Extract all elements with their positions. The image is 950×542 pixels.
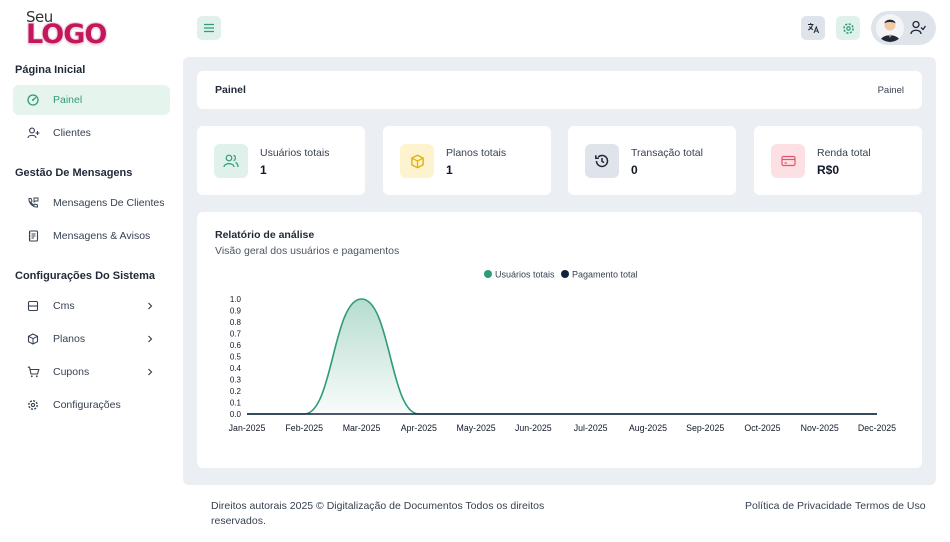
section-title-system: Configurações Do Sistema [15,270,155,282]
section-title-home: Página Inicial [15,64,86,76]
analytics-chart: Usuários totais Pagamento total 0.0 0.1 0.2… [229,270,897,434]
y-tick-label: 0.8 [230,318,242,327]
y-tick-label: 0.6 [230,341,242,350]
cms-icon [26,299,40,313]
stat-value: R$0 [817,163,840,177]
x-tick-label: Jun-2025 [515,423,552,433]
y-tick-label: 0.3 [230,376,242,385]
sidebar-item-clientes[interactable]: Clientes [13,118,170,148]
y-tick-label: 0.9 [230,307,242,316]
y-tick-label: 0.4 [230,364,242,373]
sidebar-item-cupons[interactable]: Cupons [13,357,170,387]
x-tick-label: Nov-2025 [801,423,839,433]
stat-label: Planos totais [446,147,507,159]
x-tick-label: Feb-2025 [285,423,323,433]
breadcrumb[interactable]: Painel [878,85,904,96]
box-icon [26,332,40,346]
users-icon [223,154,239,168]
stat-label: Renda total [817,147,871,159]
sidebar-item-label: Cupons [53,366,90,378]
sidebar: Seu LOGO Página Inicial Painel Clientes … [0,0,183,542]
gear-icon [26,398,40,412]
avatar [876,14,904,42]
sidebar-item-mensagens-clientes[interactable]: Mensagens De Clientes [13,188,170,218]
sidebar-item-label: Mensagens De Clientes [53,197,165,209]
page-header-card: Painel Painel [197,71,922,109]
translate-icon [807,23,819,34]
x-tick-label: Jul-2025 [574,423,608,433]
legend-label[interactable]: Pagamento total [572,270,638,280]
stat-icon-box [214,144,248,178]
series-area [247,299,877,414]
stat-card-income: Renda total R$0 [754,126,922,195]
x-tick-label: Dec-2025 [858,423,896,433]
x-tick-label: Apr-2025 [401,423,437,433]
cart-icon [26,365,40,379]
x-tick-label: Mar-2025 [343,423,381,433]
sidebar-item-mensagens-avisos[interactable]: Mensagens & Avisos [13,221,170,251]
x-tick-label: Oct-2025 [744,423,780,433]
menu-toggle-button[interactable] [197,16,221,40]
y-tick-label: 0.2 [230,387,242,396]
logo[interactable]: Seu LOGO [24,8,107,50]
phone-message-icon [26,196,40,210]
stat-icon-box [585,144,619,178]
stat-icon-box [771,144,805,178]
legend-marker[interactable] [561,270,569,278]
user-settings-icon [910,20,926,35]
stat-icon-box [400,144,434,178]
sidebar-item-label: Configurações [53,399,121,411]
sidebar-item-label: Clientes [53,127,91,139]
sidebar-item-label: Painel [53,94,83,106]
legend-marker[interactable] [484,270,492,278]
chevron-right-icon [148,302,153,310]
user-plus-icon [26,126,40,140]
y-tick-label: 1.0 [230,295,242,304]
y-tick-label: 0.1 [230,399,242,408]
privacy-link[interactable]: Política de Privacidade [745,500,852,512]
history-icon [595,154,609,168]
stat-label: Usuários totais [260,147,330,159]
dashboard-icon [26,93,40,107]
y-tick-label: 0.7 [230,330,242,339]
chevron-right-icon [148,368,153,376]
sidebar-item-label: Mensagens & Avisos [53,230,151,242]
sidebar-item-planos[interactable]: Planos [13,324,170,354]
stat-card-users: Usuários totais 1 [197,126,365,195]
chevron-right-icon [148,335,153,343]
sidebar-item-configuracoes[interactable]: Configurações [13,390,170,420]
copyright-text: Direitos autorais 2025 © Digitalização d… [211,500,545,512]
box-icon [410,153,424,169]
stat-label: Transação total [631,147,703,159]
settings-button[interactable] [836,16,860,40]
stat-value: 1 [446,163,453,177]
stat-value: 0 [631,163,638,177]
x-tick-label: Jan-2025 [229,423,266,433]
logo-word: LOGO [26,19,107,50]
legend-label[interactable]: Usuários totais [495,270,555,280]
stat-card-plans: Planos totais 1 [383,126,551,195]
language-button[interactable] [801,16,825,40]
copyright-text-continued: reservados. [211,515,266,527]
page-title: Painel [215,84,246,96]
profile-button[interactable] [871,11,936,45]
hamburger-icon [204,23,214,33]
gear-icon [842,22,854,34]
y-tick-label: 0.5 [230,353,242,362]
x-tick-label: Aug-2025 [629,423,667,433]
sidebar-item-painel[interactable]: Painel [13,85,170,115]
credit-card-icon [780,155,796,167]
y-tick-label: 0.0 [230,410,242,419]
stat-value: 1 [260,163,267,177]
x-tick-label: May-2025 [457,423,496,433]
sidebar-item-label: Planos [53,333,86,345]
sidebar-item-cms[interactable]: Cms [13,291,170,321]
sidebar-item-label: Cms [53,300,75,312]
report-card: Relatório de análise Visão geral dos usu… [197,212,922,468]
terms-link[interactable]: Termos de Uso [855,500,926,512]
section-title-messages: Gestão De Mensagens [15,167,133,179]
notes-icon [26,229,40,243]
stat-card-transactions: Transação total 0 [568,126,736,195]
x-tick-label: Sep-2025 [686,423,724,433]
